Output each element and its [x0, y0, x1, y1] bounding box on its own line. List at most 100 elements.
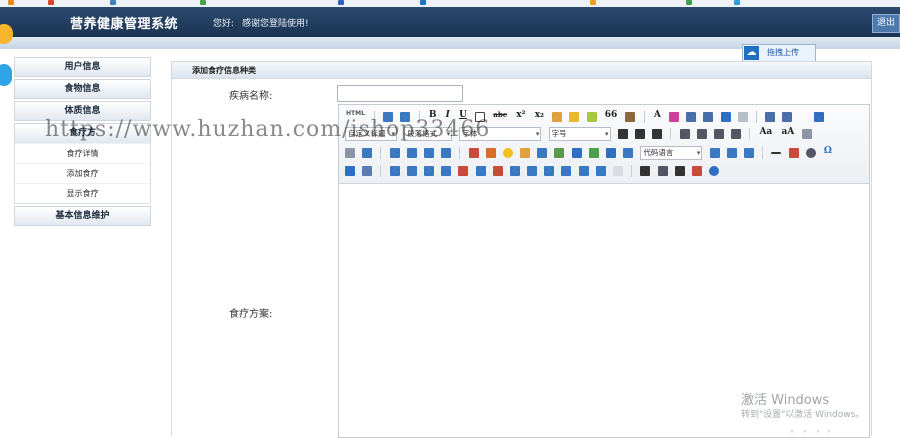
delete-table-icon[interactable] [406, 166, 417, 176]
sidebar-item-user-info[interactable]: 用户信息 [14, 57, 151, 77]
merge-cells-icon[interactable] [509, 166, 520, 176]
select-all-icon[interactable] [720, 112, 731, 122]
align-right-icon[interactable] [713, 129, 724, 139]
app-icon[interactable] [590, 0, 596, 5]
app-icon[interactable] [48, 0, 54, 5]
time-icon[interactable] [805, 148, 816, 158]
merge-right-icon[interactable] [527, 166, 538, 176]
help-icon[interactable] [709, 166, 720, 176]
image-center-icon[interactable] [441, 148, 452, 158]
attachment-icon[interactable] [571, 148, 582, 158]
page-break-icon[interactable] [709, 148, 720, 158]
code-language-select[interactable]: 代码语言 [640, 146, 703, 160]
clear-document-icon[interactable] [737, 112, 748, 122]
anchor-icon[interactable] [362, 148, 373, 158]
scrawl-icon[interactable] [520, 148, 531, 158]
app-icon[interactable] [200, 0, 206, 5]
edittip-icon[interactable] [362, 166, 373, 176]
lowercase-button[interactable]: aA [781, 127, 794, 137]
preview-icon[interactable] [657, 166, 668, 176]
app-icon[interactable] [686, 0, 692, 5]
ordered-list-icon[interactable] [686, 112, 697, 122]
split-rows-icon[interactable] [578, 166, 589, 176]
cloud-icon: ☁ [744, 46, 759, 60]
app-header: 营养健康管理系统 您好: 感谢您登陆使用! 退出 [0, 7, 900, 37]
submenu-item-show-diet[interactable]: 显示食疗 [15, 183, 150, 203]
app-shortcut-icon[interactable] [0, 64, 12, 86]
split-cells-icon[interactable] [561, 166, 572, 176]
blockquote-button[interactable]: 66 [605, 110, 618, 120]
indent-icon[interactable] [652, 129, 663, 139]
unlink-icon[interactable] [345, 148, 355, 158]
app-icon[interactable] [338, 0, 344, 5]
insert-video-icon[interactable] [537, 148, 548, 158]
align-left-icon[interactable] [679, 129, 690, 139]
insert-column-icon[interactable] [475, 166, 486, 176]
toolbar-separator [459, 147, 461, 159]
app-icon[interactable] [734, 0, 740, 5]
search-replace-icon[interactable] [674, 166, 685, 176]
rtl-icon[interactable] [634, 129, 645, 139]
ltr-icon[interactable] [617, 129, 628, 139]
sidebar-item-basic-maintenance[interactable]: 基本信息维护 [14, 206, 151, 226]
font-color-button[interactable]: A [654, 110, 661, 120]
image-left-icon[interactable] [406, 148, 417, 158]
subscript-button[interactable]: x₂ [535, 110, 544, 120]
delete-column-icon[interactable] [492, 166, 503, 176]
map-icon[interactable] [588, 148, 599, 158]
insert-row-icon[interactable] [441, 166, 452, 176]
sidebar-item-food-info[interactable]: 食物信息 [14, 79, 151, 99]
eraser-icon[interactable] [552, 112, 563, 122]
sidebar: 用户信息 食物信息 体质信息 食疗方 食疗详情 添加食疗 显示食疗 基本信息维护 [14, 57, 151, 228]
google-map-icon[interactable] [606, 148, 616, 158]
template-icon[interactable] [726, 148, 737, 158]
app-icon[interactable] [420, 0, 426, 5]
row-spacing-bottom-icon[interactable] [782, 112, 793, 122]
app-icon[interactable] [110, 0, 116, 5]
unordered-list-icon[interactable] [703, 112, 714, 122]
horizontal-rule-icon[interactable] [771, 152, 782, 154]
split-cols-icon[interactable] [595, 166, 606, 176]
highlight-color-icon[interactable] [669, 112, 680, 122]
wordimage-icon[interactable] [345, 166, 355, 176]
align-justify-icon[interactable] [731, 129, 742, 139]
superscript-button[interactable]: x² [516, 110, 525, 120]
insert-frame-icon[interactable] [623, 148, 634, 158]
panel-title-bar: 添加食疗信息种类 [172, 62, 871, 79]
disease-name-input[interactable] [337, 85, 463, 102]
insert-image-icon[interactable] [468, 148, 479, 158]
paste-text-icon[interactable] [625, 112, 636, 122]
insert-paragraph-icon[interactable] [423, 166, 434, 176]
html-source-button[interactable]: HTML [346, 110, 365, 117]
emotion-icon[interactable] [502, 148, 513, 158]
auto-format-icon[interactable] [586, 112, 597, 122]
special-chars-button[interactable]: Ω [824, 146, 832, 156]
uppercase-button[interactable]: Aa [759, 127, 772, 137]
drafts-icon[interactable] [691, 166, 702, 176]
strikethrough-button[interactable]: abc [493, 110, 507, 119]
image-right-icon[interactable] [423, 148, 434, 158]
delete-row-icon[interactable] [458, 166, 469, 176]
insert-music-icon[interactable] [554, 148, 565, 158]
insert-table-icon[interactable] [389, 166, 400, 176]
date-icon[interactable] [788, 148, 799, 158]
format-brush-icon[interactable] [569, 112, 580, 122]
drag-upload-button[interactable]: ☁ 拖拽上传 [742, 44, 816, 62]
chart-icon[interactable] [613, 166, 623, 176]
align-center-icon[interactable] [696, 129, 707, 139]
print-icon[interactable] [640, 166, 651, 176]
sidebar-submenu: 食疗详情 添加食疗 显示食疗 [14, 143, 151, 204]
submenu-item-add-diet[interactable]: 添加食疗 [15, 163, 150, 183]
link-icon[interactable] [802, 129, 813, 139]
font-size-select[interactable]: 字号 [548, 127, 611, 141]
multi-image-icon[interactable] [485, 148, 496, 158]
background-icon[interactable] [743, 148, 754, 158]
image-float-none-icon[interactable] [389, 148, 400, 158]
app-icon[interactable] [8, 0, 14, 5]
welcome-text: 感谢您登陆使用! [242, 19, 309, 29]
row-spacing-top-icon[interactable] [765, 112, 776, 122]
merge-down-icon[interactable] [544, 166, 555, 176]
submenu-item-diet-detail[interactable]: 食疗详情 [15, 143, 150, 163]
fullscreen-icon[interactable] [813, 112, 824, 122]
logout-button[interactable]: 退出 [872, 14, 900, 33]
